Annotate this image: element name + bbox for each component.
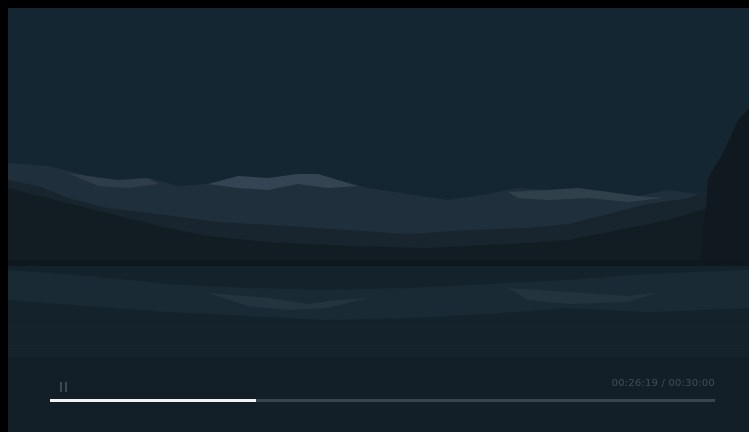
- pause-icon: [60, 382, 62, 392]
- progress-fill: [50, 399, 256, 402]
- pause-button[interactable]: [56, 379, 72, 395]
- video-frame[interactable]: [8, 8, 749, 432]
- video-landscape-image: [8, 8, 749, 432]
- pause-icon-bar: [65, 382, 67, 392]
- progress-bar[interactable]: [50, 399, 715, 402]
- video-player-window: 00:26:19 / 00:30:00: [0, 0, 749, 432]
